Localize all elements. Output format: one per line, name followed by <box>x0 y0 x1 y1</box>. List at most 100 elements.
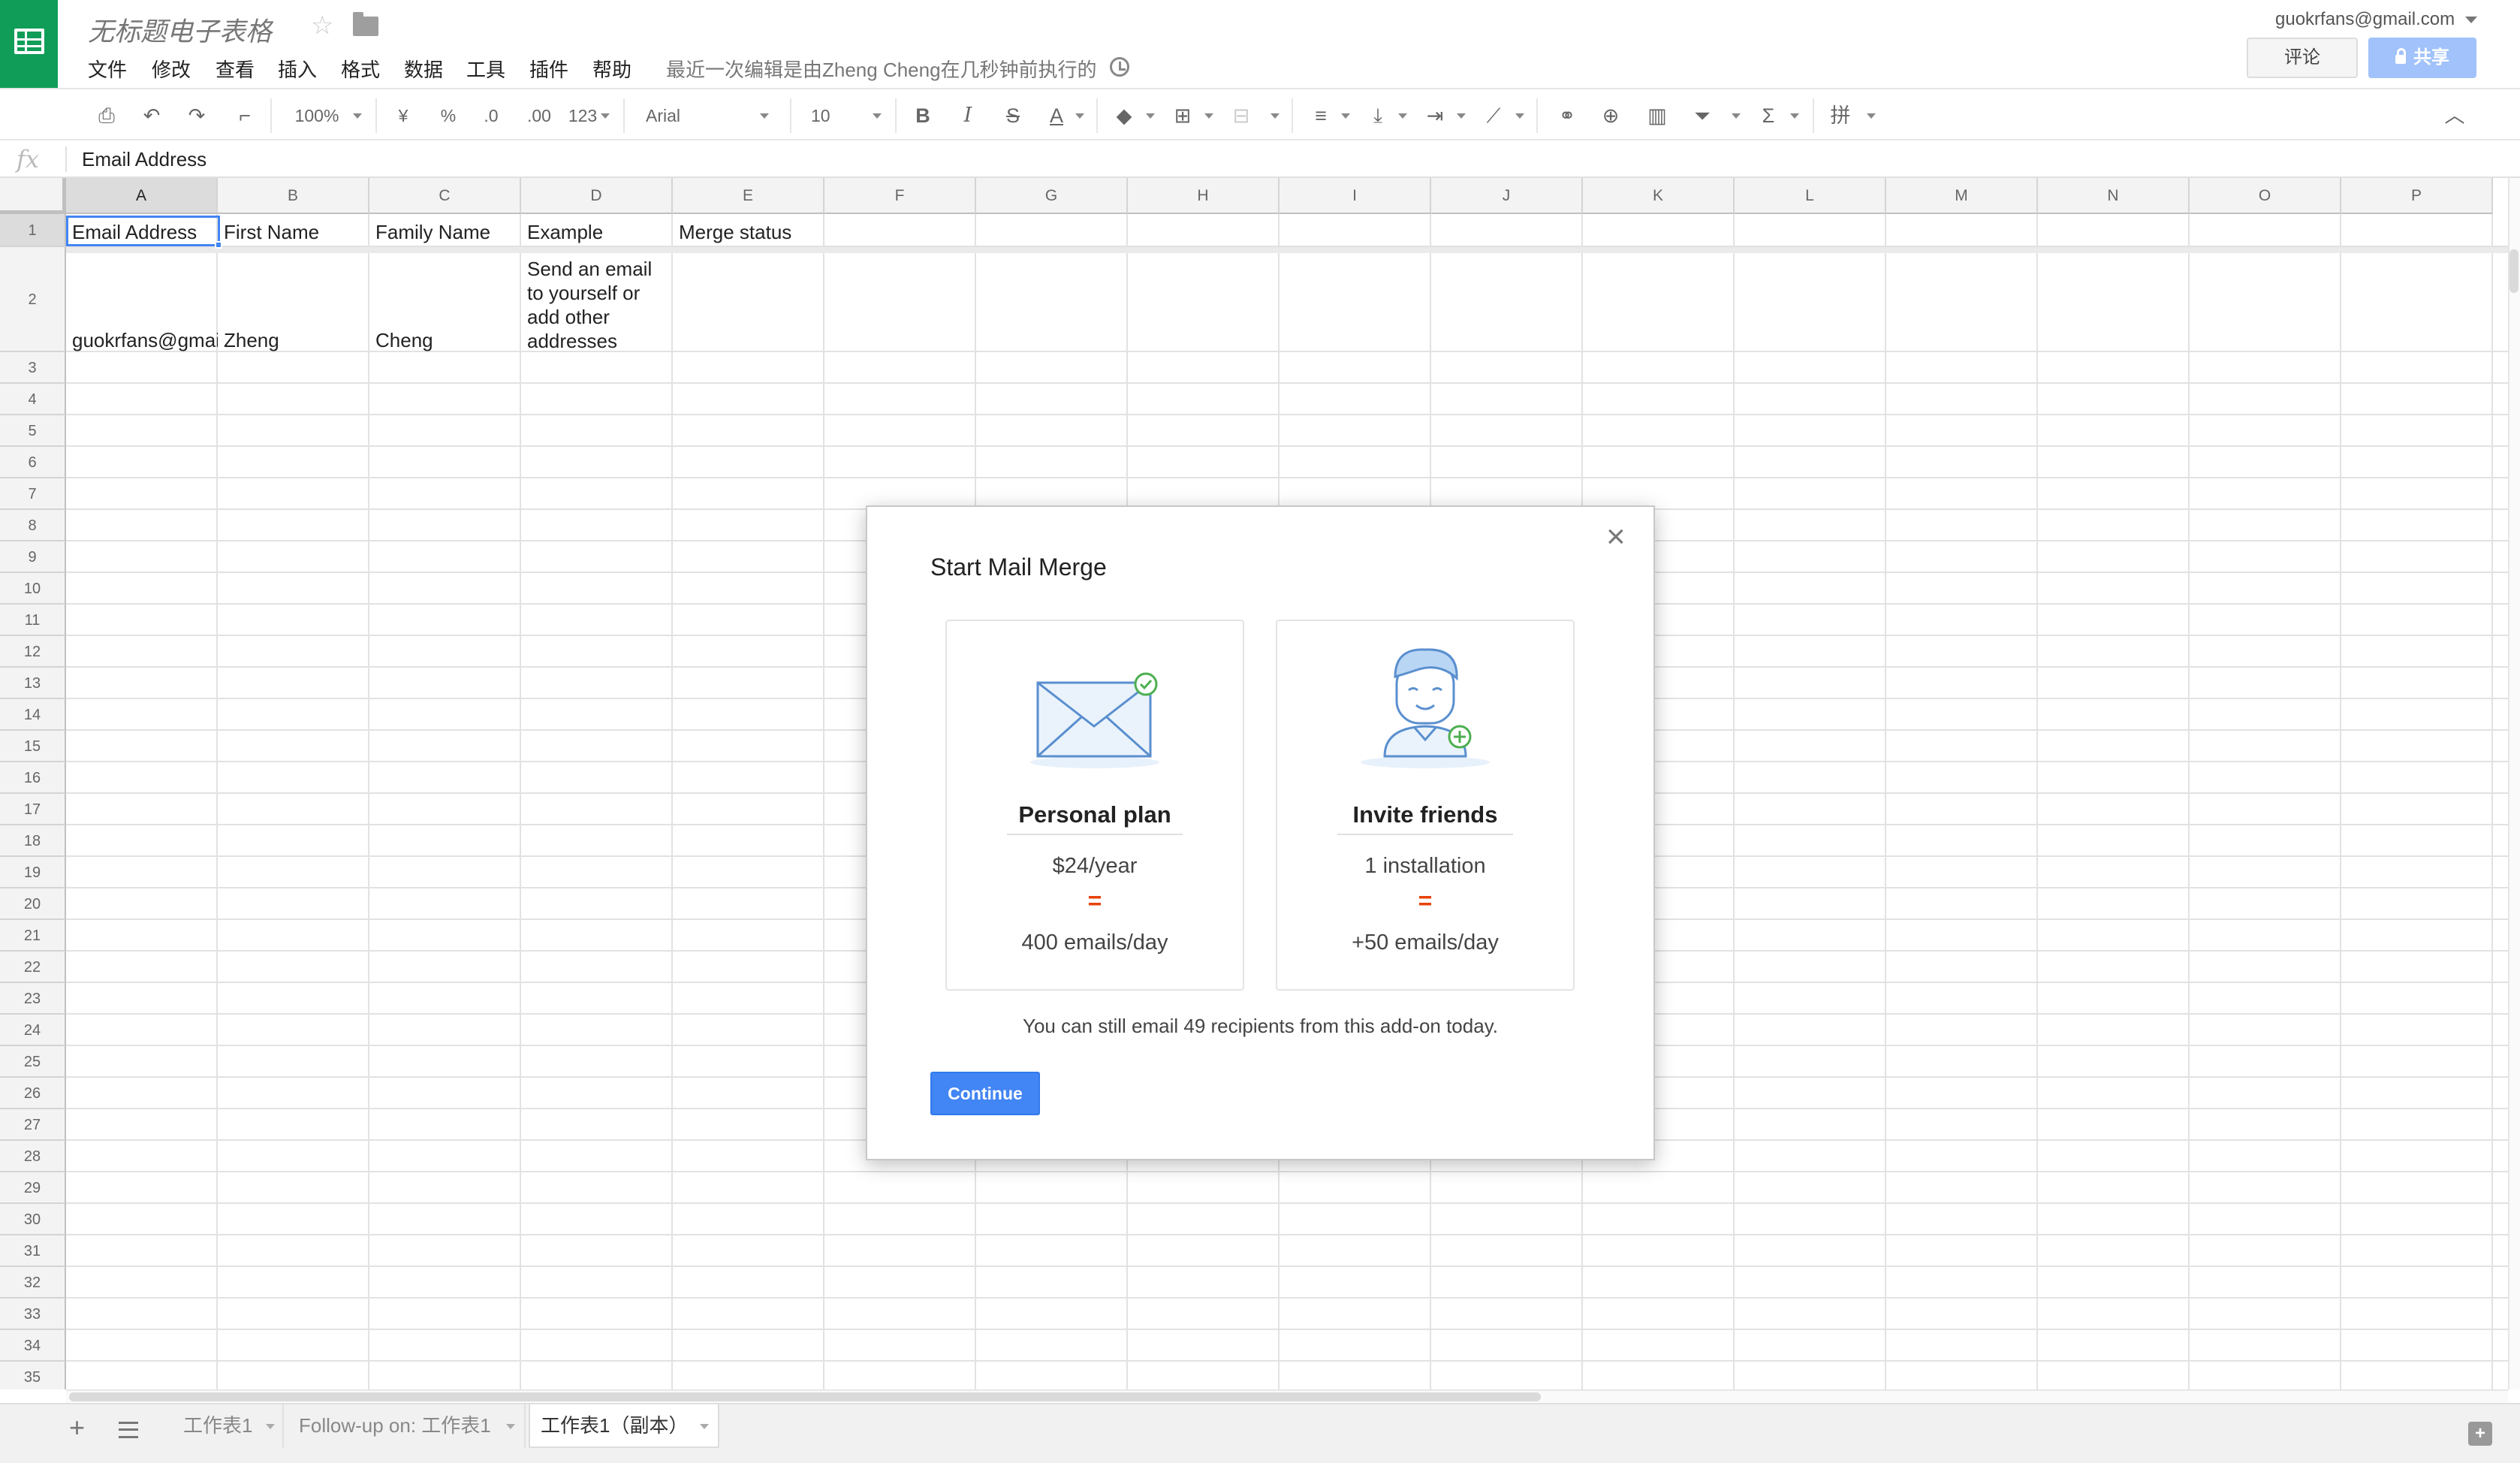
sheet-tab[interactable]: 工作表1 <box>173 1404 284 1448</box>
increase-decimal-button[interactable]: .00 <box>523 103 556 128</box>
menu-addons[interactable]: 插件 <box>529 55 568 83</box>
chevron-down-icon[interactable] <box>1204 113 1213 119</box>
chevron-down-icon[interactable] <box>1271 113 1280 119</box>
italic-button[interactable]: I <box>957 103 979 128</box>
sheet-tab-active[interactable]: 工作表1（副本） <box>529 1404 719 1448</box>
column-header[interactable]: K <box>1583 178 1735 214</box>
chevron-down-icon[interactable] <box>1867 113 1876 119</box>
menu-format[interactable]: 格式 <box>341 55 380 83</box>
column-header[interactable]: J <box>1431 178 1583 214</box>
text-color-button[interactable]: A <box>1044 103 1069 128</box>
undo-icon[interactable]: ↶ <box>138 103 165 128</box>
column-header[interactable]: D <box>521 178 673 214</box>
input-tools-icon[interactable]: 拼 <box>1828 103 1853 128</box>
comments-button[interactable]: 评论 <box>2247 38 2358 78</box>
menu-data[interactable]: 数据 <box>404 55 443 83</box>
chevron-down-icon[interactable] <box>353 113 362 119</box>
bold-button[interactable]: B <box>912 103 934 128</box>
row-header[interactable]: 10 <box>0 573 66 605</box>
row-header[interactable]: 14 <box>0 699 66 731</box>
row-header[interactable]: 13 <box>0 668 66 699</box>
decrease-decimal-button[interactable]: .0 <box>478 103 505 128</box>
text-wrap-icon[interactable]: ⇥ <box>1422 103 1448 128</box>
align-vertical-icon[interactable]: ⤓ <box>1365 103 1391 128</box>
more-formats-button[interactable]: 123 <box>565 103 601 128</box>
folder-icon[interactable] <box>353 12 378 36</box>
menu-insert[interactable]: 插入 <box>278 55 317 83</box>
chevron-down-icon[interactable] <box>1398 113 1407 119</box>
borders-icon[interactable]: ⊞ <box>1170 103 1195 128</box>
personal-plan-card[interactable]: Personal plan $24/year = 400 emails/day <box>945 620 1244 991</box>
row-header[interactable]: 19 <box>0 857 66 888</box>
align-horizontal-icon[interactable]: ≡ <box>1308 103 1334 128</box>
all-sheets-menu-icon[interactable] <box>119 1422 138 1438</box>
column-header[interactable]: I <box>1280 178 1431 214</box>
row-header[interactable]: 27 <box>0 1109 66 1141</box>
insert-chart-icon[interactable]: ▥ <box>1644 103 1670 128</box>
column-header[interactable]: M <box>1886 178 2038 214</box>
cell-a2[interactable]: guokrfans@gmai <box>72 329 218 352</box>
sheet-tab[interactable]: Follow-up on: 工作表1 <box>288 1404 526 1448</box>
column-header[interactable]: E <box>673 178 824 214</box>
menu-edit[interactable]: 修改 <box>152 55 191 83</box>
column-header[interactable]: B <box>218 178 369 214</box>
row-header[interactable]: 29 <box>0 1172 66 1204</box>
row-header[interactable]: 16 <box>0 762 66 794</box>
row-header[interactable]: 8 <box>0 510 66 541</box>
currency-format-button[interactable]: ¥ <box>392 103 414 128</box>
column-header[interactable]: G <box>976 178 1128 214</box>
select-all-corner[interactable] <box>0 178 66 214</box>
star-icon[interactable]: ☆ <box>311 11 333 41</box>
filter-icon[interactable]: ⏷ <box>1690 103 1715 128</box>
insert-link-icon[interactable]: ⚭ <box>1553 103 1581 128</box>
collapse-chevron-icon[interactable]: ︿ <box>2443 103 2466 128</box>
account-email[interactable]: guokrfans@gmail.com <box>2275 9 2455 30</box>
merge-cells-icon[interactable]: ⊟ <box>1228 103 1254 128</box>
column-header[interactable]: P <box>2341 178 2493 214</box>
row-header[interactable]: 20 <box>0 888 66 920</box>
row-header[interactable]: 30 <box>0 1204 66 1235</box>
print-icon[interactable]: ⎙ <box>93 103 120 128</box>
chevron-down-icon[interactable] <box>1146 113 1155 119</box>
chevron-down-icon[interactable] <box>1732 113 1741 119</box>
row-header[interactable]: 24 <box>0 1015 66 1046</box>
chevron-down-icon[interactable] <box>700 1424 709 1429</box>
paint-format-icon[interactable]: ⌐ <box>231 103 258 128</box>
vertical-scroll-thumb[interactable] <box>2509 249 2518 293</box>
functions-button[interactable]: Σ <box>1756 103 1781 128</box>
share-button[interactable]: 共享 <box>2368 38 2476 78</box>
add-sheet-icon[interactable]: + <box>69 1412 85 1443</box>
continue-button[interactable]: Continue <box>930 1072 1040 1115</box>
column-header[interactable]: A <box>66 178 218 214</box>
row-header[interactable]: 9 <box>0 541 66 573</box>
cell-d1[interactable]: Example <box>527 221 603 244</box>
chevron-down-icon[interactable] <box>266 1424 275 1429</box>
font-select[interactable]: Arial <box>646 103 691 128</box>
row-header[interactable]: 12 <box>0 636 66 668</box>
last-edit-link[interactable]: 最近一次编辑是由Zheng Cheng在几秒钟前执行的 <box>666 55 1097 83</box>
explore-icon[interactable]: + <box>2468 1422 2492 1446</box>
row-header[interactable]: 17 <box>0 794 66 825</box>
cell-c1[interactable]: Family Name <box>375 221 490 244</box>
fill-color-icon[interactable]: ◆ <box>1111 103 1137 128</box>
zoom-select[interactable]: 100% <box>287 103 347 128</box>
percent-format-button[interactable]: % <box>437 103 460 128</box>
cell-c2[interactable]: Cheng <box>375 329 433 352</box>
menu-view[interactable]: 查看 <box>216 55 255 83</box>
row-header[interactable]: 35 <box>0 1362 66 1389</box>
column-header[interactable]: C <box>369 178 521 214</box>
strikethrough-button[interactable]: S <box>1002 103 1024 128</box>
cell-b2[interactable]: Zheng <box>224 329 279 352</box>
chevron-down-icon[interactable] <box>1790 113 1799 119</box>
chevron-down-icon[interactable] <box>506 1424 515 1429</box>
chevron-down-icon[interactable] <box>760 113 769 119</box>
vertical-scrollbar[interactable] <box>2508 178 2520 1389</box>
chevron-down-icon[interactable] <box>873 113 882 119</box>
chevron-down-icon[interactable] <box>2465 17 2477 23</box>
row-header[interactable]: 15 <box>0 731 66 762</box>
column-header[interactable]: O <box>2190 178 2341 214</box>
row-header[interactable]: 1 <box>0 214 66 247</box>
chevron-down-icon[interactable] <box>601 113 610 119</box>
chevron-down-icon[interactable] <box>1075 113 1084 119</box>
row-header[interactable]: 22 <box>0 952 66 983</box>
